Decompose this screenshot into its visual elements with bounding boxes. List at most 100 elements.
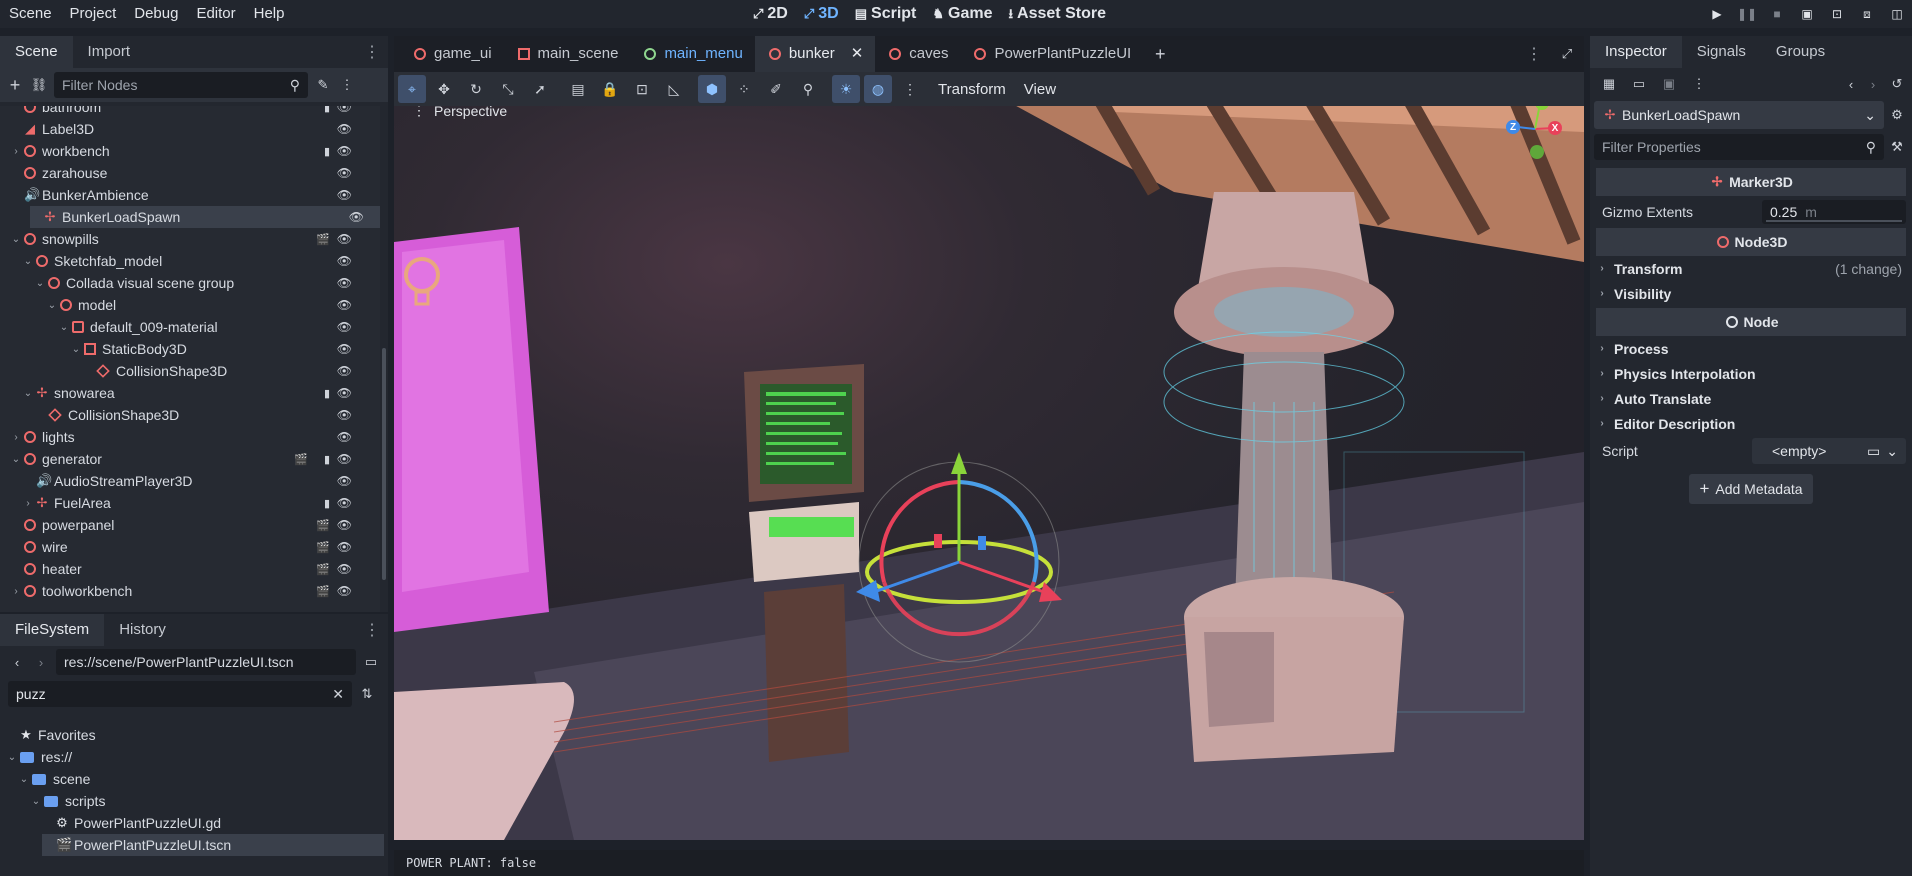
visibility-eye-icon[interactable]: 👁 [337,364,352,378]
visibility-eye-icon[interactable]: 👁 [337,474,352,488]
scene-tree-row[interactable]: ◢ Label3D 👁 [0,118,370,140]
visibility-eye-icon[interactable]: 👁 [337,430,352,444]
visibility-eye-icon[interactable]: 👁 [337,254,352,268]
tab-import[interactable]: Import [73,36,146,68]
file-tree-item[interactable]: ★ Favorites [6,724,386,746]
chevron-down-icon[interactable]: ⌄ [10,454,22,465]
property-group-transform[interactable]: › Transform (1 change) [1596,256,1906,281]
group-icon[interactable]: ⊡ [628,75,656,103]
scale-mode-icon[interactable]: ⤡ [494,75,522,103]
scene-tree-row[interactable]: CollisionShape3D 👁 [0,360,370,382]
scene-dock-menu-icon[interactable]: ⋮ [364,42,380,62]
property-group-visibility[interactable]: › Visibility [1596,281,1906,306]
visibility-eye-icon[interactable]: 👁 [337,342,352,356]
scene-tab-powerplantpuzzleui[interactable]: PowerPlantPuzzleUI [960,36,1143,72]
chevron-right-icon[interactable]: › [10,146,22,157]
scene-tree-row[interactable]: CollisionShape3D 👁 [0,404,370,426]
chevron-down-icon[interactable]: ⌄ [34,278,46,289]
scene-tree-row[interactable]: ⌄ default_009-material 👁 [0,316,370,338]
chevron-down-icon[interactable]: ⌄ [30,796,42,807]
menu-scene[interactable]: Scene [0,0,61,28]
scene-tree-row[interactable]: 🔊 AudioStreamPlayer3D 👁 [0,470,370,492]
paint-icon[interactable]: ✐ [762,75,790,103]
remote-debug-icon[interactable]: ▣ [1792,0,1822,28]
filter-properties-input[interactable]: Filter Properties ⚲ [1594,134,1884,160]
pause-icon[interactable]: ❚❚ [1732,0,1762,28]
script-icon[interactable]: ▮ [324,497,330,510]
visibility-eye-icon[interactable]: 👁 [337,188,352,202]
save-icon[interactable]: ▣ [1660,75,1678,93]
scene-tab-main-menu[interactable]: main_menu [630,36,754,72]
script-picker[interactable]: <empty> ▭ ⌄ [1752,438,1906,464]
chevron-right-icon[interactable]: › [10,586,22,597]
filter-nodes-input[interactable]: Filter Nodes ⚲ [54,72,308,98]
tab-groups[interactable]: Groups [1761,36,1840,68]
gizmo-extents-field[interactable]: 0.25 m [1762,200,1906,224]
chevron-down-icon[interactable]: ⌄ [10,234,22,245]
scene-tab-main-scene[interactable]: main_scene [504,36,631,72]
movie-maker-icon[interactable]: ◫ [1882,0,1912,28]
menu-help[interactable]: Help [245,0,294,28]
open-scene-icon[interactable]: 🎬 [316,541,330,554]
back-icon[interactable]: ‹ [8,653,26,671]
property-group-process[interactable]: › Process [1596,336,1906,361]
file-tree-item[interactable]: ⌄ scene [18,768,386,790]
pin-icon[interactable]: ⚲ [794,75,822,103]
file-tree-item[interactable]: ⌄ scripts [30,790,386,812]
file-search-input[interactable]: puzz ✕ [8,681,352,707]
menu-editor[interactable]: Editor [187,0,244,28]
visibility-eye-icon[interactable]: 👁 [337,562,352,576]
visibility-eye-icon[interactable]: 👁 [337,166,352,180]
chevron-down-icon[interactable]: ⌄ [1886,443,1898,460]
visibility-eye-icon[interactable]: 👁 [337,298,352,312]
tab-filesystem[interactable]: FileSystem [0,614,105,646]
workspace-2d-button[interactable]: ⤢ 2D [745,0,796,28]
chevron-down-icon[interactable]: ⌄ [22,256,34,267]
scene-tab-caves[interactable]: caves [875,36,960,72]
close-icon[interactable]: ✕ [851,36,864,72]
local-space-icon[interactable]: ⬢ [698,75,726,103]
sun-preview-icon[interactable]: ☀ [832,75,860,103]
scene-tree-row[interactable]: › toolworkbench 🎬 👁 [0,580,370,602]
section-node[interactable]: Node [1596,308,1906,336]
scene-tree-row[interactable]: ✢ BunkerLoadSpawn 👁 [30,206,380,228]
scene-tab-bunker[interactable]: bunker ✕ [754,36,876,72]
file-tree-item[interactable]: ⌄ res:// [6,746,386,768]
open-scene-icon[interactable]: 🎬 [316,233,330,246]
visibility-eye-icon[interactable]: 👁 [337,144,352,158]
chevron-down-icon[interactable]: ⌄ [18,774,30,785]
attach-script-icon[interactable]: ✎ [314,76,332,94]
visibility-eye-icon[interactable]: 👁 [349,210,364,224]
script-icon[interactable]: ▮ [324,453,330,466]
chevron-down-icon[interactable]: ⌄ [58,322,70,333]
visibility-eye-icon[interactable]: 👁 [337,232,352,246]
menu-project[interactable]: Project [61,0,126,28]
scene-tree-row[interactable]: › workbench ▮ 👁 [0,140,370,162]
play-custom-scene-icon[interactable]: ⧈ [1852,0,1882,28]
3d-viewport[interactable]: ⋮ Perspective X Y Z [394,72,1584,840]
visibility-eye-icon[interactable]: 👁 [337,408,352,422]
scene-tree-row[interactable]: ⌄ ✢ snowarea ▮ 👁 [0,382,370,404]
scene-tree-row[interactable]: bathroom ▮ 👁 [0,106,370,118]
ruler-icon[interactable]: ◺ [660,75,688,103]
scene-tree-row[interactable]: powerpanel 🎬 👁 [0,514,370,536]
chevron-down-icon[interactable]: ⌄ [6,752,18,763]
history-forward-icon[interactable]: › [1864,75,1882,93]
forward-icon[interactable]: › [32,653,50,671]
lock-icon[interactable]: 🔒 [596,75,624,103]
list-select-icon[interactable]: ➚ [526,75,554,103]
workspace-script-button[interactable]: ▤ Script [847,0,925,28]
rotate-mode-icon[interactable]: ↻ [462,75,490,103]
add-metadata-button[interactable]: + Add Metadata [1689,474,1813,504]
add-node-icon[interactable]: + [6,75,24,95]
snap-icon[interactable]: ▤ [564,75,592,103]
workspace-asset-store-button[interactable]: ⭳ Asset Store [1000,0,1113,28]
axis-z-icon[interactable]: Z [1506,120,1520,134]
scene-tree-menu-icon[interactable]: ⋮ [338,76,356,94]
chevron-right-icon[interactable]: › [22,498,34,509]
tab-inspector[interactable]: Inspector [1590,36,1682,68]
clear-icon[interactable]: ✕ [332,686,344,703]
scene-tree-row[interactable]: wire 🎬 👁 [0,536,370,558]
select-mode-icon[interactable]: ⌖ [398,75,426,103]
sort-icon[interactable]: ⇅ [358,685,376,703]
